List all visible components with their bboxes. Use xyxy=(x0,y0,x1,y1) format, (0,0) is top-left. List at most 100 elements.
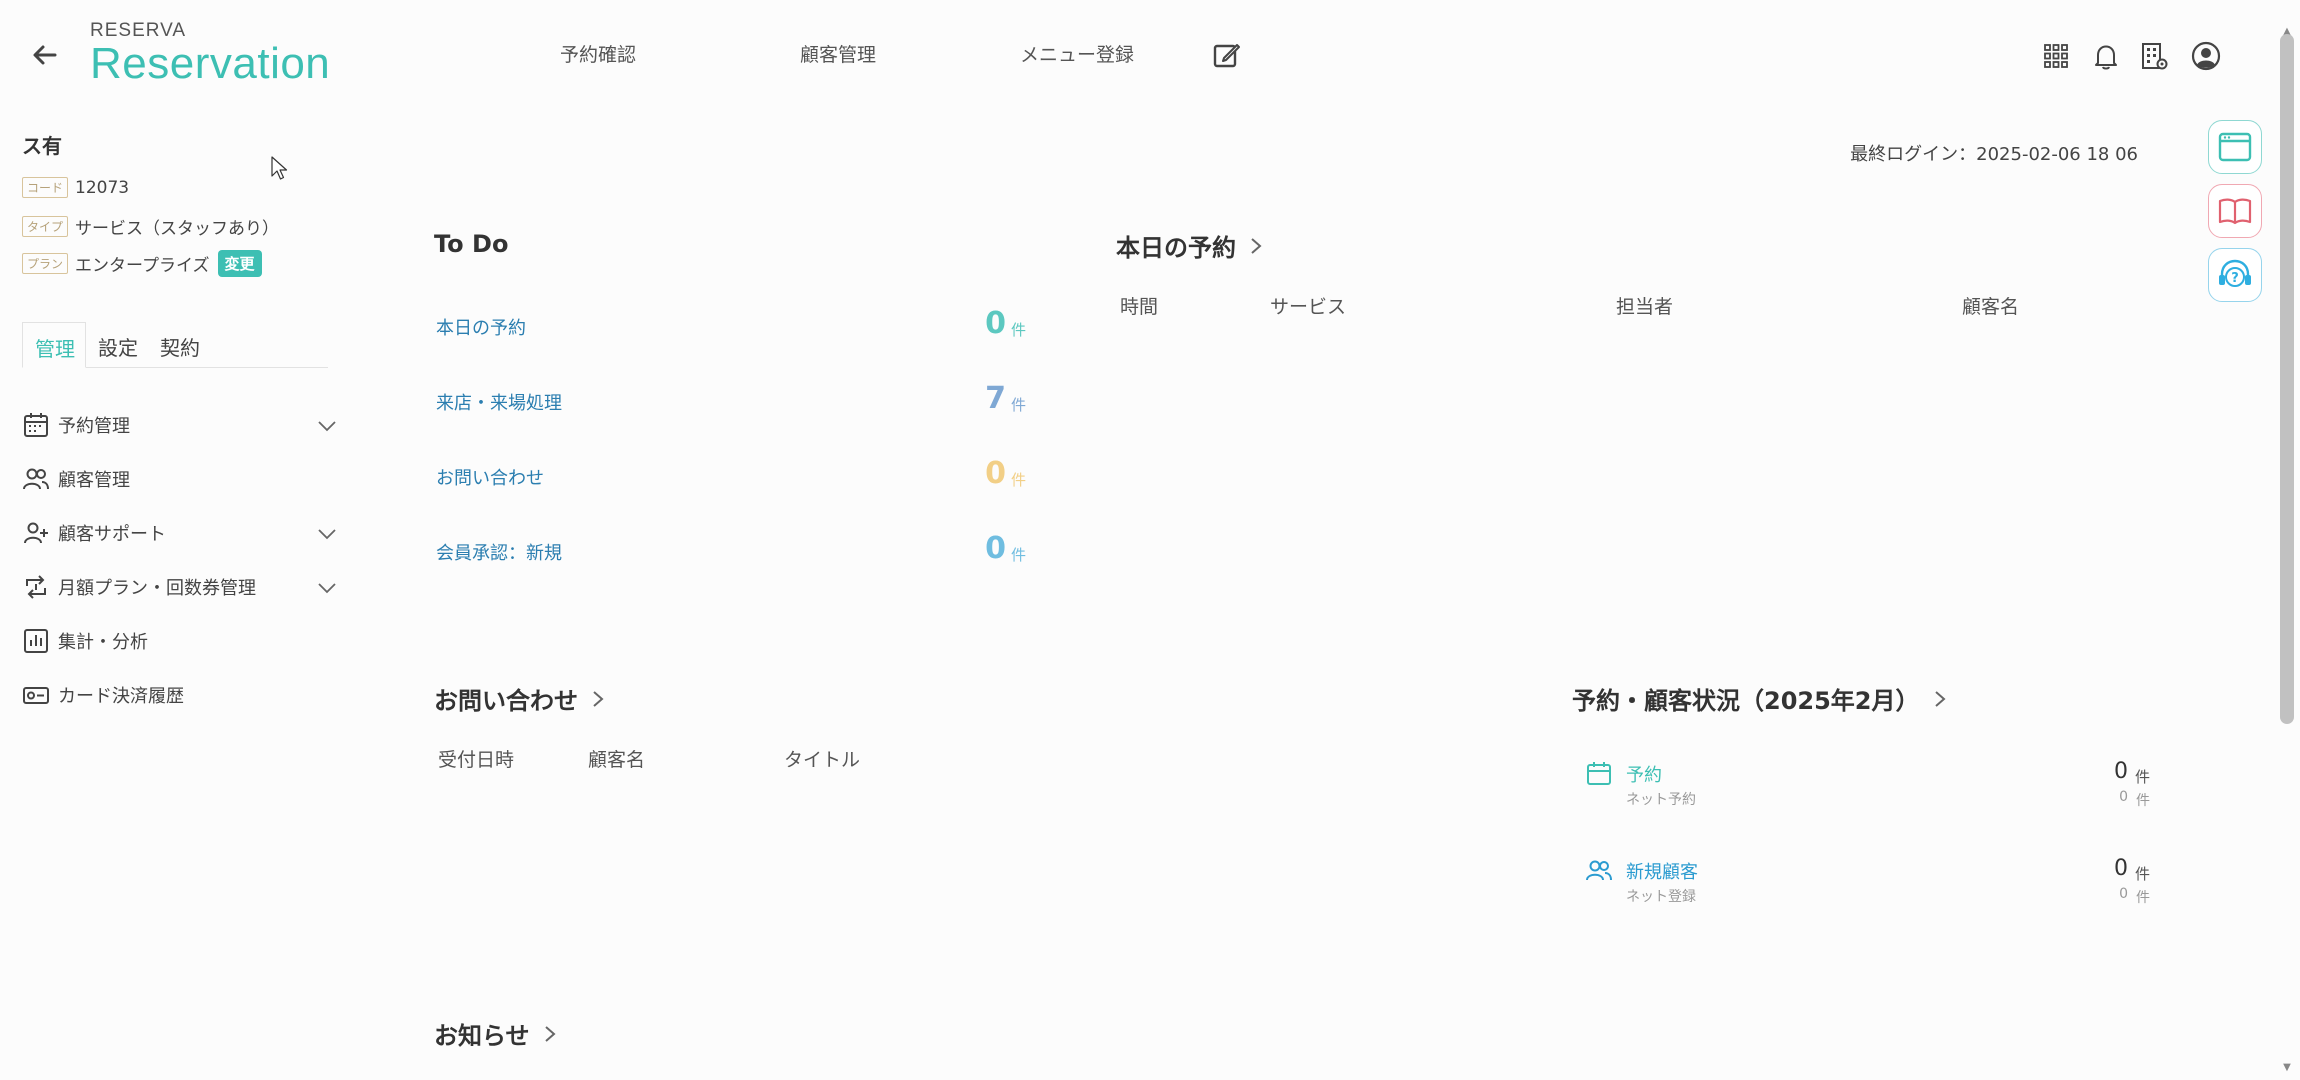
logo[interactable]: RESERVA Reservation xyxy=(90,20,330,86)
sidebar-item-customer-management[interactable]: 顧客管理 xyxy=(22,461,338,497)
support-help-button[interactable]: ? xyxy=(2208,248,2262,302)
type-tag: タイプ xyxy=(22,216,69,237)
users-icon xyxy=(1586,860,1612,881)
back-arrow-icon[interactable] xyxy=(28,38,62,72)
code-tag: コード xyxy=(22,177,69,198)
notices-title: お知らせ xyxy=(434,1022,530,1050)
todo-unit: 件 xyxy=(1010,396,1026,414)
calendar-icon xyxy=(22,411,50,439)
tab-management[interactable]: 管理 xyxy=(22,322,86,368)
sidebar-item-label: 月額プラン・回数券管理 xyxy=(58,578,256,599)
mouse-cursor-icon xyxy=(271,156,288,180)
column-header-customer: 顧客名 xyxy=(588,749,646,771)
sidebar: ス有 コード 12073 タイプ サービス（スタッフあり） プラン エンタープラ… xyxy=(0,112,350,1080)
todo-label[interactable]: 来店・来場処理 xyxy=(436,389,562,415)
todo-count: 0 xyxy=(985,456,1006,491)
status-label[interactable]: 新規顧客 xyxy=(1626,858,1698,884)
sidebar-item-subscription-plan[interactable]: 月額プラン・回数券管理 xyxy=(22,569,338,605)
user-plus-icon xyxy=(22,519,50,547)
store-code-row: コード 12073 xyxy=(22,177,129,198)
todo-unit: 件 xyxy=(1010,321,1026,339)
column-header-staff: 担当者 xyxy=(1616,296,1674,318)
bell-icon[interactable] xyxy=(2090,40,2122,72)
headset-help-icon: ? xyxy=(2219,259,2251,287)
todo-row[interactable]: 来店・来場処理 7 件 xyxy=(436,381,1026,421)
status-sub-value: 0 xyxy=(2119,886,2128,902)
todo-row[interactable]: 本日の予約 0 件 xyxy=(436,306,1026,346)
todo-unit: 件 xyxy=(1010,471,1026,489)
today-reservations-link[interactable]: 本日の予約 xyxy=(1116,228,1264,263)
tab-settings[interactable]: 設定 xyxy=(86,322,148,367)
header: RESERVA Reservation 予約確認 顧客管理 メニュー登録 xyxy=(0,0,2300,112)
building-settings-icon[interactable] xyxy=(2138,40,2170,72)
chevron-down-icon[interactable] xyxy=(316,523,338,545)
status-row-reservations: 予約 ネット予約 0 件 0 件 xyxy=(1586,759,2150,821)
inquiries-title: お問い合わせ xyxy=(434,687,578,715)
status-unit: 件 xyxy=(2134,768,2150,786)
notices-link[interactable]: お知らせ xyxy=(434,1016,558,1051)
chevron-right-icon xyxy=(593,690,604,707)
last-login-time: 最終ログイン：2025-02-06 18 06 xyxy=(1850,144,2138,165)
column-header-service: サービス xyxy=(1270,296,1347,318)
chevron-down-icon[interactable] xyxy=(316,415,338,437)
status-sub-label: ネット予約 xyxy=(1626,792,1696,808)
chevron-down-icon[interactable] xyxy=(316,577,338,599)
store-plan: エンタープライズ xyxy=(75,256,210,276)
browser-window-button[interactable] xyxy=(2208,120,2262,174)
nav-menu-registration[interactable]: メニュー登録 xyxy=(1020,40,1134,67)
sidebar-tabs: 管理 設定 契約 xyxy=(22,322,328,368)
scrollbar-thumb[interactable] xyxy=(2280,34,2294,724)
column-header-time: 時間 xyxy=(1120,296,1159,318)
todo-row[interactable]: 会員承認：新規 0 件 xyxy=(436,531,1026,571)
status-unit: 件 xyxy=(2134,865,2150,883)
monthly-status-link[interactable]: 予約・顧客状況（2025年2月） xyxy=(1572,681,1948,716)
column-header-title: タイトル xyxy=(784,749,861,771)
calendar-icon xyxy=(1587,762,1611,785)
apps-grid-icon[interactable] xyxy=(2040,40,2072,72)
sidebar-item-card-payment-history[interactable]: カード決済履歴 xyxy=(22,677,338,713)
inquiries-link[interactable]: お問い合わせ xyxy=(434,681,606,716)
nav-customer-management[interactable]: 顧客管理 xyxy=(800,40,876,67)
store-type: サービス（スタッフあり） xyxy=(75,219,280,239)
todo-title: To Do xyxy=(434,230,508,258)
todo-label[interactable]: 本日の予約 xyxy=(436,314,526,340)
manual-book-button[interactable] xyxy=(2208,184,2262,238)
book-icon xyxy=(2218,198,2252,225)
sidebar-item-label: 予約管理 xyxy=(58,416,130,437)
scroll-down-arrow[interactable]: ▼ xyxy=(2280,1062,2294,1076)
chevron-right-icon xyxy=(544,1025,556,1042)
browser-window-icon xyxy=(2218,132,2252,162)
repeat-icon xyxy=(22,573,50,601)
card-icon xyxy=(22,681,50,709)
store-plan-row: プラン エンタープライズ 変更 xyxy=(22,250,262,277)
todo-unit: 件 xyxy=(1010,546,1026,564)
todo-label[interactable]: 会員承認：新規 xyxy=(436,539,562,565)
logo-title: Reservation xyxy=(90,39,331,88)
sidebar-item-analytics[interactable]: 集計・分析 xyxy=(22,623,338,659)
account-circle-icon[interactable] xyxy=(2190,40,2222,72)
status-value: 0 xyxy=(2114,856,2128,881)
nav-reservation-check[interactable]: 予約確認 xyxy=(560,40,636,67)
plan-tag: プラン xyxy=(22,253,69,274)
edit-icon[interactable] xyxy=(1212,40,1242,70)
store-type-row: タイプ サービス（スタッフあり） xyxy=(22,214,279,239)
column-header-received-date: 受付日時 xyxy=(438,749,515,771)
todo-label[interactable]: お問い合わせ xyxy=(436,464,544,490)
chevron-right-icon xyxy=(1251,237,1262,254)
sidebar-item-label: カード決済履歴 xyxy=(58,686,184,707)
status-row-new-customers: 新規顧客 ネット登録 0 件 0 件 xyxy=(1586,856,2150,918)
status-sub-unit: 件 xyxy=(2136,890,2150,906)
status-label[interactable]: 予約 xyxy=(1626,761,1662,787)
sidebar-item-label: 顧客サポート xyxy=(58,524,166,545)
todo-title-text: To Do xyxy=(434,230,509,258)
plan-change-button[interactable]: 変更 xyxy=(217,250,262,277)
tab-contract[interactable]: 契約 xyxy=(148,322,210,367)
sidebar-item-customer-support[interactable]: 顧客サポート xyxy=(22,515,338,551)
todo-count: 0 xyxy=(985,306,1006,341)
sidebar-item-reservation-management[interactable]: 予約管理 xyxy=(22,407,338,443)
monthly-status-title: 予約・顧客状況（2025年2月） xyxy=(1572,687,1920,715)
store-name: ス有 xyxy=(22,134,62,158)
sidebar-item-label: 顧客管理 xyxy=(58,470,130,491)
today-reservations-title: 本日の予約 xyxy=(1116,234,1236,262)
todo-row[interactable]: お問い合わせ 0 件 xyxy=(436,456,1026,496)
